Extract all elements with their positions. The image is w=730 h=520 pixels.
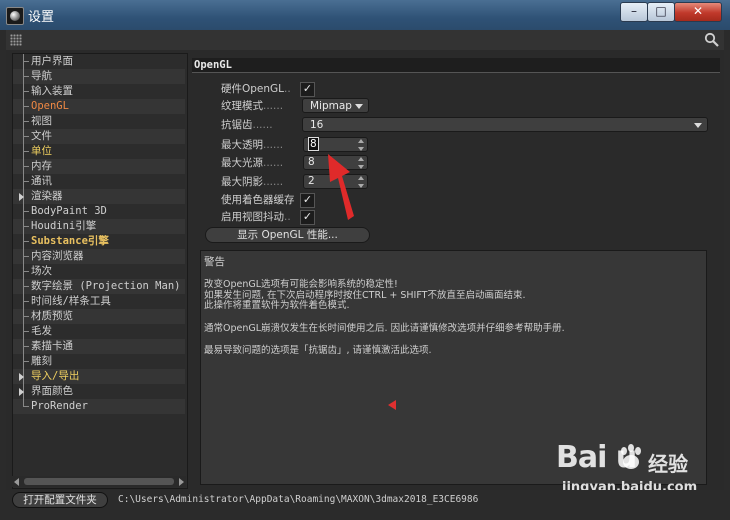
sidebar-item-label: 渲染器 <box>31 190 63 202</box>
grip-icon[interactable] <box>10 34 22 46</box>
scroll-right-icon[interactable] <box>179 478 184 486</box>
sidebar-item-label: Substance引擎 <box>31 235 109 247</box>
expand-arrow-icon[interactable] <box>19 193 24 201</box>
red-pointer-icon <box>388 400 396 410</box>
shader-cache-label: 使用着色器缓存 <box>221 194 295 206</box>
search-icon[interactable] <box>704 32 720 48</box>
sidebar-item-label: 素描卡通 <box>31 340 73 352</box>
window-title: 设置 <box>28 10 55 25</box>
hardware-opengl-label: 硬件OpenGL.. <box>221 83 291 95</box>
sidebar-item-label: ProRender <box>31 400 88 412</box>
annotation-arrow-icon <box>328 154 354 220</box>
sidebar-item-viewport[interactable]: 视图 <box>13 114 185 129</box>
show-opengl-capabilities-button[interactable]: 显示 OpenGL 性能... <box>205 227 370 243</box>
sidebar-item-label: 场次 <box>31 265 52 277</box>
sidebar-horizontal-scrollbar[interactable] <box>12 476 186 487</box>
sidebar-item-label: 输入装置 <box>31 85 73 97</box>
settings-toolbar <box>6 30 724 51</box>
sidebar-item-units[interactable]: 单位 <box>13 144 185 159</box>
sidebar-item-label: 单位 <box>31 145 52 157</box>
viewport-jitter-label: 启用视图抖动.. <box>221 211 291 223</box>
close-button[interactable]: ✕ <box>674 2 722 22</box>
antialiasing-dropdown[interactable]: 16 <box>302 117 708 132</box>
maximize-button[interactable]: □ <box>647 2 675 22</box>
sidebar-item-sculpt[interactable]: 雕刻 <box>13 354 185 369</box>
sidebar-item-content-browser[interactable]: 内容浏览器 <box>13 249 185 264</box>
settings-category-tree: 用户界面 导航 输入装置 OpenGL 视图 文件 单位 内存 通讯 渲染器 B… <box>12 53 188 489</box>
sidebar-item-sketch-toon[interactable]: 素描卡通 <box>13 339 185 354</box>
warning-line: 此操作将重置软件为软件着色模式. <box>204 300 350 311</box>
sidebar-item-timeline[interactable]: 时间线/样条工具 <box>13 294 185 309</box>
sidebar-item-takes[interactable]: 场次 <box>13 264 185 279</box>
sidebar-item-label: 用户界面 <box>31 55 73 67</box>
warning-line: 最易导致问题的选项是「抗锯齿」, 请谨慎激活此选项. <box>204 345 432 356</box>
sidebar-item-label: 毛发 <box>31 325 52 337</box>
sidebar-item-label: 雕刻 <box>31 355 52 367</box>
antialiasing-label: 抗锯齿...... <box>221 119 273 131</box>
max-shadows-label: 最大阴影...... <box>221 176 284 188</box>
sidebar-item-label: OpenGL <box>31 100 69 112</box>
sidebar-item-label: Houdini引擎 <box>31 220 97 232</box>
sidebar-item-label: BodyPaint 3D <box>31 205 107 217</box>
sidebar-item-scheme-colors[interactable]: 界面颜色 <box>13 384 185 399</box>
texture-mode-label: 纹理模式...... <box>221 100 284 112</box>
section-title: OpenGL <box>192 58 720 73</box>
sidebar-item-label: 内存 <box>31 160 52 172</box>
sidebar-item-material-preview[interactable]: 材质预览 <box>13 309 185 324</box>
expand-arrow-icon[interactable] <box>19 388 24 396</box>
max-lights-label: 最大光源...... <box>221 157 284 169</box>
sidebar-item-label: 材质预览 <box>31 310 73 322</box>
sidebar-item-substance[interactable]: Substance引擎 <box>13 234 185 249</box>
sidebar-item-import-export[interactable]: 导入/导出 <box>13 369 185 384</box>
sidebar-item-houdini[interactable]: Houdini引擎 <box>13 219 185 234</box>
open-config-folder-button[interactable]: 打开配置文件夹 <box>12 492 108 508</box>
sidebar-item-label: 数字绘景 (Projection Man) <box>31 280 181 292</box>
config-path: C:\Users\Administrator\AppData\Roaming\M… <box>118 494 479 505</box>
max-transparency-label: 最大透明...... <box>221 139 284 151</box>
sidebar-item-files[interactable]: 文件 <box>13 129 185 144</box>
sidebar-item-navigation[interactable]: 导航 <box>13 69 185 84</box>
sidebar-item-label: 内容浏览器 <box>31 250 84 262</box>
sidebar-item-prorender[interactable]: ProRender <box>13 399 185 414</box>
scrollbar-thumb[interactable] <box>24 478 174 485</box>
window-titlebar: 设置 – □ ✕ <box>0 0 730 30</box>
chevron-down-icon <box>355 104 363 109</box>
chevron-down-icon <box>694 123 702 128</box>
sidebar-item-opengl[interactable]: OpenGL <box>13 99 185 114</box>
shader-cache-checkbox[interactable]: ✓ <box>300 193 315 208</box>
viewport-jitter-checkbox[interactable]: ✓ <box>300 210 315 225</box>
baidu-paw-icon <box>621 444 641 469</box>
sidebar-item-label: 文件 <box>31 130 52 142</box>
texture-mode-dropdown[interactable]: Mipmap <box>302 98 369 113</box>
watermark-brand: 经验 <box>648 452 688 476</box>
sidebar-item-memory[interactable]: 内存 <box>13 159 185 174</box>
sidebar-item-label: 界面颜色 <box>31 385 73 397</box>
sidebar-item-label: 导航 <box>31 70 52 82</box>
sidebar-item-label: 通讯 <box>31 175 52 187</box>
sidebar-item-projection-man[interactable]: 数字绘景 (Projection Man) <box>13 279 185 294</box>
sidebar-item-user-interface[interactable]: 用户界面 <box>13 54 185 69</box>
warning-title: 警告 <box>204 256 225 268</box>
sidebar-item-label: 导入/导出 <box>31 370 80 382</box>
sidebar-item-renderer[interactable]: 渲染器 <box>13 189 185 204</box>
sidebar-item-communication[interactable]: 通讯 <box>13 174 185 189</box>
sidebar-item-label: 时间线/样条工具 <box>31 295 111 307</box>
sidebar-item-input-devices[interactable]: 输入装置 <box>13 84 185 99</box>
warning-line: 通常OpenGL崩溃仅发生在长时间使用之后. 因此请谨慎修改选项并仔细参考帮助手… <box>204 323 565 334</box>
expand-arrow-icon[interactable] <box>19 373 24 381</box>
sidebar-item-hair[interactable]: 毛发 <box>13 324 185 339</box>
scroll-left-icon[interactable] <box>14 478 19 486</box>
minimize-button[interactable]: – <box>620 2 648 22</box>
cinema4d-app-icon <box>6 7 24 25</box>
sidebar-item-bodypaint[interactable]: BodyPaint 3D <box>13 204 185 219</box>
sidebar-item-label: 视图 <box>31 115 52 127</box>
hardware-opengl-checkbox[interactable]: ✓ <box>300 82 315 97</box>
